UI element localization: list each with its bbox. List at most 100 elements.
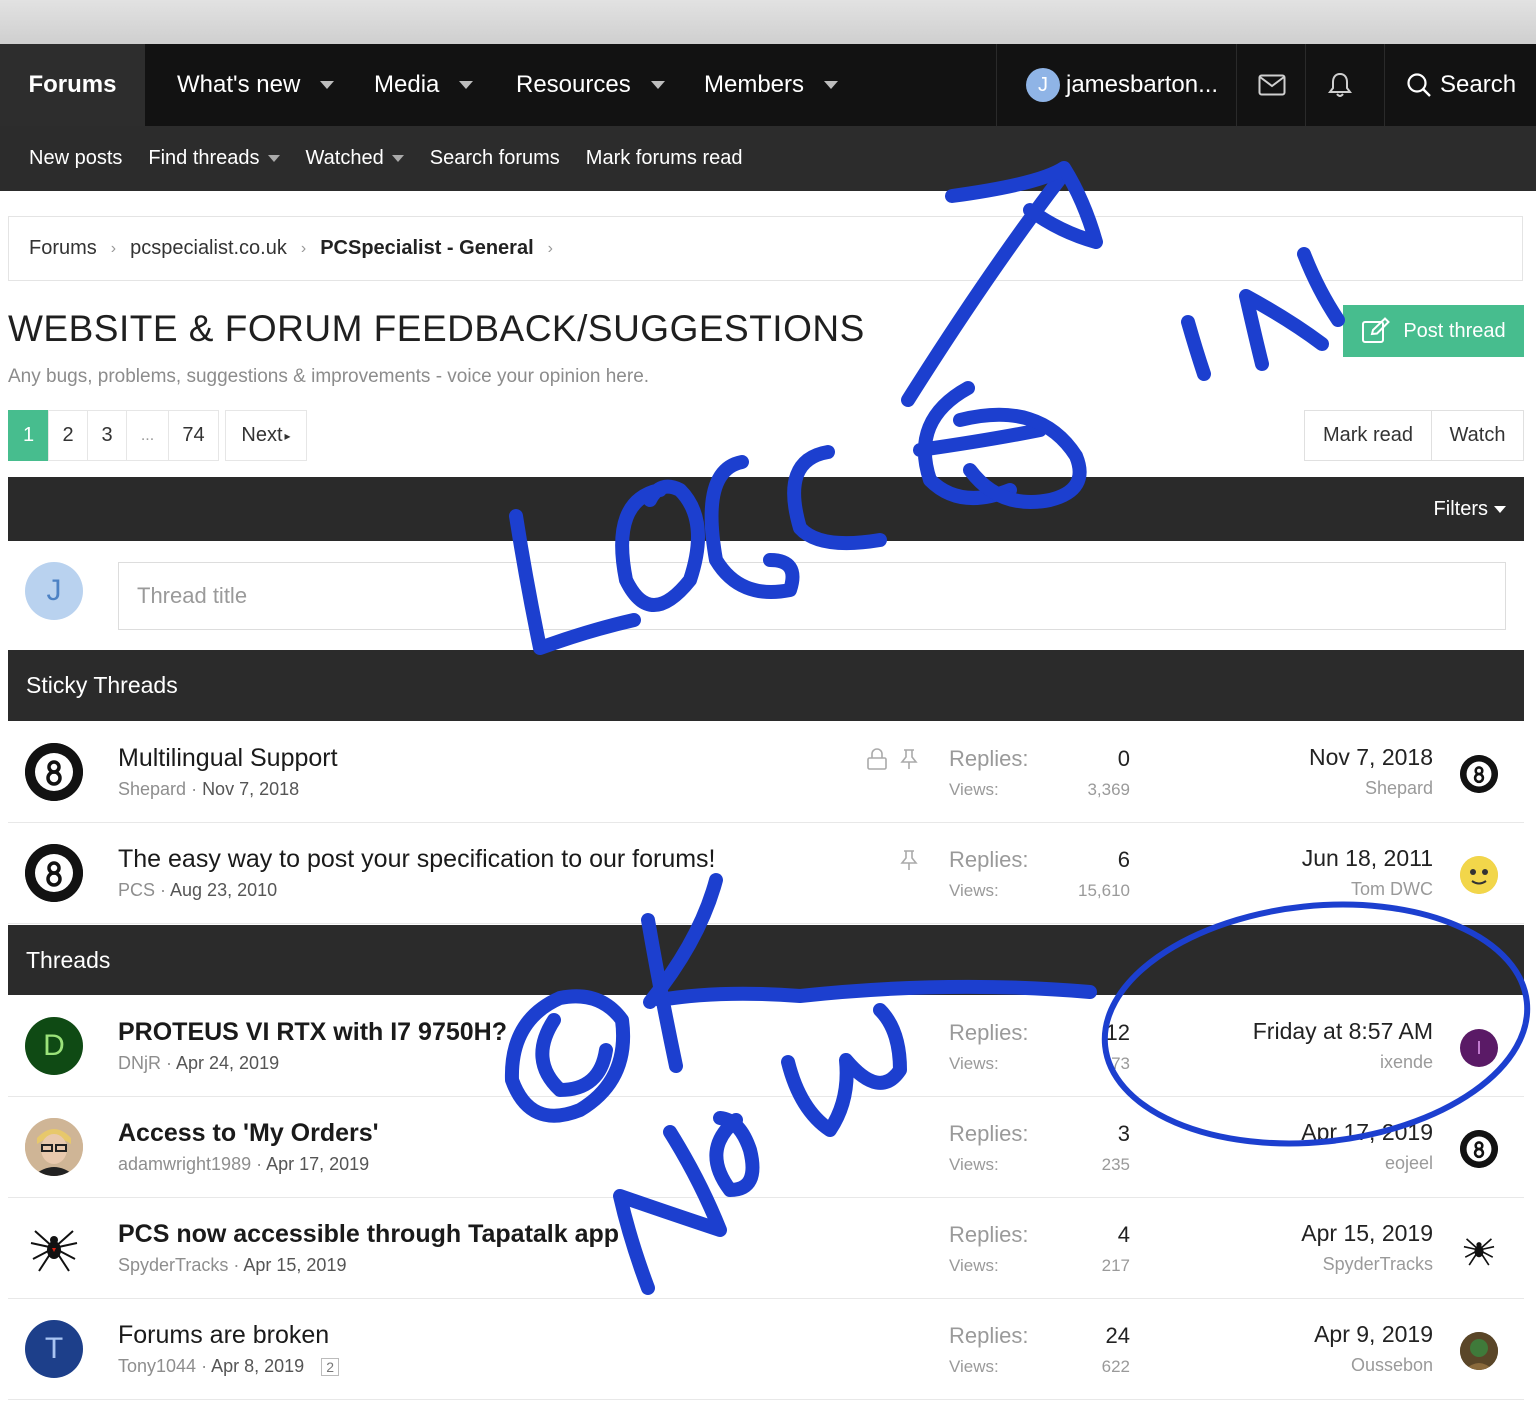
avatar[interactable] <box>1460 1130 1498 1168</box>
thread-title[interactable]: Multilingual Support <box>118 744 338 773</box>
post-thread-button[interactable]: Post thread <box>1343 305 1524 357</box>
table-row[interactable]: Access to 'My Orders' adamwright1989 · A… <box>8 1097 1524 1198</box>
avatar <box>25 743 83 801</box>
inbox-button[interactable] <box>1258 44 1286 126</box>
thread-status-icons <box>898 849 920 871</box>
mark-read-button[interactable]: Mark read <box>1304 410 1432 461</box>
chevron-down-icon[interactable] <box>320 81 335 89</box>
thread-title-input[interactable] <box>118 562 1506 630</box>
views-label: Views: <box>949 780 999 799</box>
subnav-find-threads[interactable]: Find threads <box>148 147 280 170</box>
table-row[interactable]: The easy way to post your specification … <box>8 823 1524 924</box>
nav-tab-resources[interactable]: Resources <box>516 44 665 126</box>
watch-button[interactable]: Watch <box>1432 410 1524 461</box>
last-post-date[interactable]: Nov 7, 2018 <box>1309 744 1433 771</box>
breadcrumb-site[interactable]: pcspecialist.co.uk <box>130 237 287 260</box>
thread-author[interactable]: SpyderTracks <box>118 1255 228 1275</box>
page-description: Any bugs, problems, suggestions & improv… <box>8 366 650 387</box>
thread-meta: Tony1044 · Apr 8, 2019 2 <box>118 1356 339 1377</box>
chevron-down-icon[interactable] <box>650 81 665 89</box>
thread-title[interactable]: The easy way to post your specification … <box>118 845 716 874</box>
last-post-user[interactable]: eojeel <box>1385 1153 1433 1174</box>
page-3[interactable]: 3 <box>87 410 126 461</box>
last-post-date[interactable]: Friday at 8:57 AM <box>1253 1018 1433 1045</box>
thread-title[interactable]: PROTEUS VI RTX with I7 9750H? <box>118 1018 507 1047</box>
user-menu[interactable]: J jamesbarton... <box>1026 44 1218 126</box>
avatar[interactable] <box>1460 1332 1498 1370</box>
subnav-watched[interactable]: Watched <box>306 147 404 170</box>
page-1[interactable]: 1 <box>8 410 48 461</box>
page-ellipsis[interactable]: ... <box>126 410 168 461</box>
chevron-right-icon: › <box>547 239 553 257</box>
subnav-mark-forums-read[interactable]: Mark forums read <box>586 147 743 170</box>
thread-meta: adamwright1989 · Apr 17, 2019 <box>118 1154 370 1174</box>
chevron-down-icon[interactable] <box>824 81 839 89</box>
thread-title[interactable]: Forums are broken <box>118 1321 329 1350</box>
subnav-search-forums[interactable]: Search forums <box>430 147 560 170</box>
nav-tab-media[interactable]: Media <box>374 44 474 126</box>
avatar <box>25 1219 83 1277</box>
nav-tab-whats-new[interactable]: What's new <box>177 44 335 126</box>
spider-icon <box>1463 1238 1495 1266</box>
table-row[interactable]: Multilingual Support Shepard · Nov 7, 20… <box>8 722 1524 823</box>
character-photo-icon <box>1460 1332 1498 1370</box>
thread-author[interactable]: Shepard <box>118 779 186 799</box>
chevron-down-icon[interactable] <box>391 155 404 162</box>
person-photo-icon <box>25 1118 83 1176</box>
nav-tab-members[interactable]: Members <box>704 44 839 126</box>
avatar <box>25 1118 83 1176</box>
filters-button[interactable]: Filters <box>1434 498 1488 521</box>
avatar <box>25 844 83 902</box>
thread-title[interactable]: PCS now accessible through Tapatalk app <box>118 1220 619 1249</box>
edit-icon <box>1362 317 1391 343</box>
avatar[interactable] <box>1460 856 1498 894</box>
alerts-button[interactable] <box>1328 44 1352 126</box>
last-post-user[interactable]: ixende <box>1380 1052 1433 1073</box>
thread-page-link[interactable]: 2 <box>321 1358 339 1376</box>
last-post-user[interactable]: Tom DWC <box>1351 879 1433 900</box>
last-post-date[interactable]: Jun 18, 2011 <box>1302 845 1433 872</box>
thread-author[interactable]: adamwright1989 <box>118 1154 251 1174</box>
replies-count: 0 <box>1117 746 1130 771</box>
last-post-date[interactable]: Apr 15, 2019 <box>1301 1220 1433 1247</box>
caret-right-icon: ▸ <box>284 428 291 443</box>
chevron-down-icon[interactable] <box>267 155 280 162</box>
eight-ball-icon <box>1460 1130 1498 1168</box>
avatar[interactable] <box>1460 1231 1498 1269</box>
avatar[interactable]: I <box>1460 1029 1498 1067</box>
search-button[interactable]: Search <box>1406 44 1516 126</box>
table-row[interactable]: T Forums are broken Tony1044 · Apr 8, 20… <box>8 1299 1524 1400</box>
thread-date: Apr 8, 2019 <box>211 1356 305 1376</box>
nav-divider <box>1384 44 1385 126</box>
browser-top-strip <box>0 0 1536 44</box>
last-post-user[interactable]: Shepard <box>1365 778 1433 799</box>
thread-author[interactable]: Tony1044 <box>118 1356 196 1376</box>
chevron-down-icon[interactable] <box>459 81 474 89</box>
last-post-date[interactable]: Apr 17, 2019 <box>1301 1119 1433 1146</box>
last-post-date[interactable]: Apr 9, 2019 <box>1314 1321 1433 1348</box>
subnav-new-posts[interactable]: New posts <box>29 147 122 170</box>
thread-date: Apr 24, 2019 <box>176 1053 280 1073</box>
views-label: Views: <box>949 881 999 900</box>
breadcrumb-general[interactable]: PCSpecialist - General <box>320 237 533 260</box>
eight-ball-icon <box>25 844 83 902</box>
avatar[interactable] <box>1460 755 1498 793</box>
page-2[interactable]: 2 <box>48 410 87 461</box>
thread-author[interactable]: DNjR <box>118 1053 161 1073</box>
table-row[interactable]: PCS now accessible through Tapatalk app … <box>8 1198 1524 1299</box>
thread-date: Nov 7, 2018 <box>202 779 300 799</box>
nav-tab-forums[interactable]: Forums <box>0 44 145 126</box>
page-74[interactable]: 74 <box>168 410 219 461</box>
lock-icon <box>867 748 887 770</box>
last-post-user[interactable]: SpyderTracks <box>1323 1254 1433 1275</box>
views-count: 3,369 <box>1087 780 1130 799</box>
last-post-user[interactable]: Oussebon <box>1351 1355 1433 1376</box>
chevron-down-icon[interactable] <box>1494 505 1506 513</box>
replies-count: 6 <box>1117 847 1130 872</box>
replies-count: 12 <box>1105 1020 1130 1045</box>
thread-title[interactable]: Access to 'My Orders' <box>118 1119 379 1148</box>
table-row[interactable]: D PROTEUS VI RTX with I7 9750H? DNjR · A… <box>8 996 1524 1097</box>
next-page-button[interactable]: Next ▸ <box>225 410 307 461</box>
thread-author[interactable]: PCS <box>118 880 155 900</box>
breadcrumb-forums[interactable]: Forums <box>29 237 97 260</box>
